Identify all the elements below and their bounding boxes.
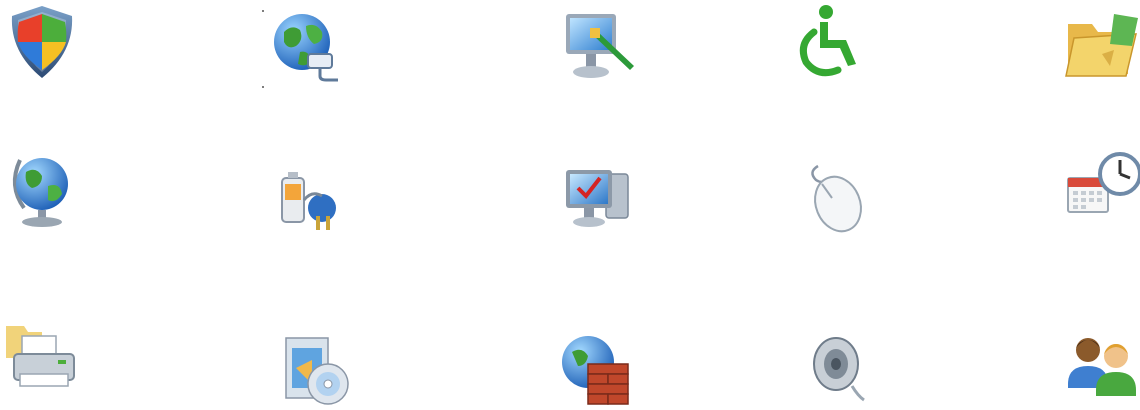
system-monitor-icon[interactable] — [562, 160, 642, 240]
programs-cd-icon[interactable] — [276, 328, 356, 408]
decorative-dot — [262, 10, 264, 12]
power-options-icon[interactable] — [270, 160, 350, 240]
firewall-icon[interactable] — [558, 328, 638, 408]
accessibility-icon[interactable] — [790, 2, 870, 82]
date-time-icon[interactable] — [1062, 148, 1140, 228]
sound-speaker-icon[interactable] — [800, 330, 880, 410]
display-personalization-icon[interactable] — [560, 6, 640, 86]
folder-options-icon[interactable] — [1062, 4, 1140, 84]
network-globe-icon[interactable] — [268, 6, 348, 86]
security-shield-icon[interactable] — [2, 2, 82, 82]
decorative-dot — [262, 86, 264, 88]
mouse-icon[interactable] — [802, 162, 882, 242]
printer-icon[interactable] — [2, 318, 82, 398]
user-accounts-icon[interactable] — [1062, 326, 1140, 406]
regional-globe-icon[interactable] — [4, 150, 84, 230]
